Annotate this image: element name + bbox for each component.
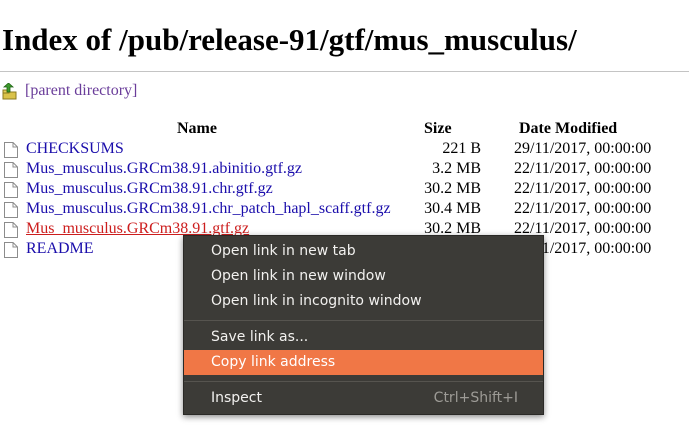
menu-item-open-new-tab[interactable]: Open link in new tab — [184, 239, 543, 264]
file-link-chr-patch-hapl-scaff-gtf[interactable]: Mus_musculus.GRCm38.91.chr_patch_hapl_sc… — [26, 200, 391, 218]
file-size: 3.2 MB — [432, 160, 481, 177]
column-header-name: Name — [177, 120, 217, 137]
menu-item-save-link-as[interactable]: Save link as... — [184, 325, 543, 350]
file-icon — [4, 242, 18, 258]
file-date: 22/11/2017, 00:00:00 — [514, 180, 652, 197]
file-link-checksums[interactable]: CHECKSUMS — [26, 140, 124, 158]
file-size: 30.2 MB — [424, 180, 481, 197]
file-icon — [4, 222, 18, 238]
file-date: 22/11/2017, 00:00:00 — [514, 200, 652, 217]
column-header-size: Size — [424, 120, 452, 137]
file-link-abinitio-gtf[interactable]: Mus_musculus.GRCm38.91.abinitio.gtf.gz — [26, 160, 302, 178]
menu-separator — [184, 320, 543, 321]
menu-item-label: Copy link address — [211, 354, 336, 370]
menu-item-open-incognito[interactable]: Open link in incognito window — [184, 289, 543, 314]
file-date: 22/11/2017, 00:00:00 — [514, 160, 652, 177]
header-divider — [0, 71, 689, 72]
menu-item-copy-link-address[interactable]: Copy link address — [184, 350, 543, 375]
file-date: 29/11/2017, 00:00:00 — [514, 140, 652, 157]
menu-item-label: Save link as... — [211, 329, 309, 345]
parent-directory-link[interactable]: [parent directory] — [25, 82, 137, 100]
file-icon — [4, 162, 18, 178]
folder-up-arrow-icon — [2, 81, 17, 100]
file-size: 221 B — [442, 140, 481, 157]
file-link-readme[interactable]: README — [26, 240, 94, 258]
file-row: CHECKSUMS 221 B 29/11/2017, 00:00:00 — [4, 140, 684, 160]
menu-item-shortcut: Ctrl+Shift+I — [433, 390, 518, 406]
column-header-date: Date Modified — [519, 120, 618, 137]
menu-item-label: Open link in incognito window — [211, 293, 422, 309]
parent-directory-entry[interactable]: [parent directory] — [2, 81, 137, 101]
file-size: 30.4 MB — [424, 200, 481, 217]
file-icon — [4, 202, 18, 218]
menu-separator — [184, 381, 543, 382]
file-icon — [4, 142, 18, 158]
menu-item-label: Open link in new window — [211, 268, 386, 284]
file-row: Mus_musculus.GRCm38.91.chr.gtf.gz 30.2 M… — [4, 180, 684, 200]
menu-item-open-new-window[interactable]: Open link in new window — [184, 264, 543, 289]
page-title: Index of /pub/release-91/gtf/mus_musculu… — [2, 22, 577, 57]
menu-item-inspect[interactable]: Inspect Ctrl+Shift+I — [184, 386, 543, 411]
file-link-chr-gtf[interactable]: Mus_musculus.GRCm38.91.chr.gtf.gz — [26, 180, 273, 198]
file-icon — [4, 182, 18, 198]
menu-item-label: Inspect — [211, 390, 262, 406]
context-menu: Open link in new tab Open link in new wi… — [183, 235, 544, 415]
menu-item-label: Open link in new tab — [211, 243, 356, 259]
file-row: Mus_musculus.GRCm38.91.chr_patch_hapl_sc… — [4, 200, 684, 220]
file-row: Mus_musculus.GRCm38.91.abinitio.gtf.gz 3… — [4, 160, 684, 180]
